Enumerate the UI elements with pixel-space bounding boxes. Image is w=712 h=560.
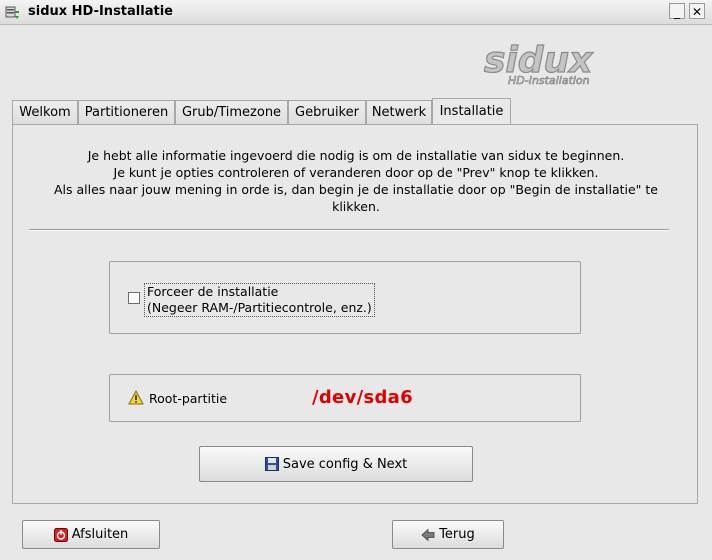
- separator: [29, 229, 669, 231]
- intro-line: klikken.: [332, 199, 380, 214]
- save-config-next-label: Save config & Next: [282, 456, 408, 472]
- tab-partitioneren[interactable]: Partitioneren: [78, 100, 175, 124]
- floppy-disk-icon: [264, 457, 279, 471]
- intro-line: Je hebt alle informatie ingevoerd die no…: [87, 148, 625, 163]
- arrow-left-icon: [421, 528, 435, 541]
- tab-gebruiker[interactable]: Gebruiker: [288, 100, 366, 124]
- installatie-panel: Je hebt alle informatie ingevoerd die no…: [12, 124, 698, 504]
- root-partition-label: Root-partitie: [149, 391, 228, 406]
- root-partition-value: /dev/sda6: [312, 387, 413, 408]
- force-install-checkbox[interactable]: [128, 292, 140, 304]
- back-button[interactable]: Terug: [392, 520, 504, 549]
- force-install-label[interactable]: Forceer de installatie (Negeer RAM-/Part…: [144, 283, 375, 317]
- title-bar: sidux HD-Installatie _ ✕: [0, 0, 712, 25]
- tab-installatie[interactable]: Installatie: [432, 98, 511, 125]
- intro-line: Als alles naar jouw mening in orde is, d…: [54, 182, 658, 197]
- window-title: sidux HD-Installatie: [28, 4, 173, 19]
- save-config-next-button[interactable]: Save config & Next: [199, 446, 473, 482]
- logo-tagline: HD-Installation: [508, 74, 590, 87]
- intro-text: Je hebt alle informatie ingevoerd die no…: [33, 147, 679, 215]
- install-icon[interactable]: [4, 4, 20, 20]
- tab-netwerk[interactable]: Netwerk: [366, 100, 432, 124]
- minimize-button[interactable]: _: [669, 3, 685, 19]
- quit-label: Afsluiten: [71, 527, 129, 542]
- force-install-group: Forceer de installatie (Negeer RAM-/Part…: [109, 261, 581, 334]
- power-icon: [53, 527, 68, 542]
- back-label: Terug: [439, 527, 475, 542]
- force-install-label-line1: Forceer de installatie: [147, 284, 279, 299]
- quit-button[interactable]: Afsluiten: [22, 520, 160, 549]
- root-partition-group: Root-partitie /dev/sda6: [109, 374, 581, 422]
- tab-welkom[interactable]: Welkom: [12, 100, 78, 124]
- intro-line: Je kunt je opties controleren of verande…: [113, 165, 599, 180]
- warning-icon: [128, 390, 144, 405]
- close-button[interactable]: ✕: [689, 3, 705, 19]
- tab-grub-timezone[interactable]: Grub/Timezone: [175, 100, 288, 124]
- sidux-logo: sidux HD-Installation: [483, 39, 594, 87]
- force-install-label-line2: (Negeer RAM-/Partitiecontrole, enz.): [147, 300, 372, 315]
